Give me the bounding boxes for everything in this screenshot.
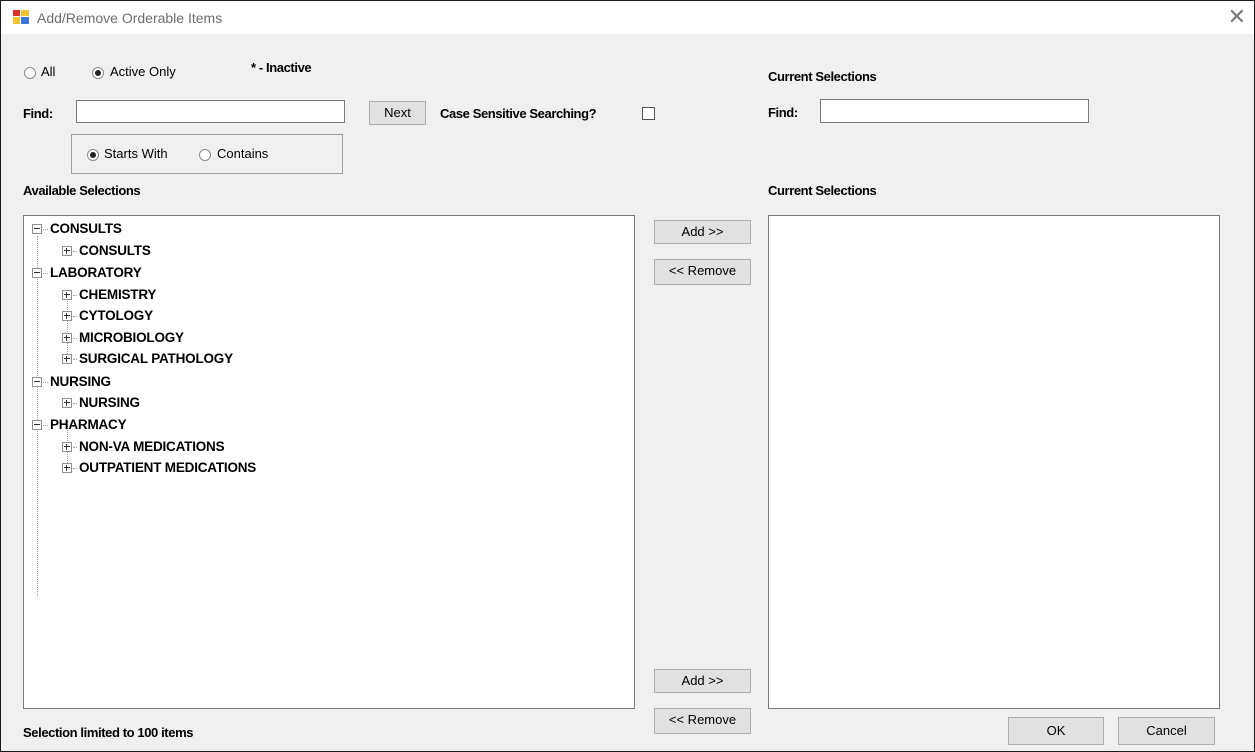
tree-node-chemistry[interactable]: CHEMISTRY [79,287,156,303]
contains-label: Contains [217,146,269,161]
dialog-window: Add/Remove Orderable Items ✕ All Active … [0,0,1255,752]
current-selections-list[interactable] [768,215,1220,709]
add-button-bottom[interactable]: Add >> [654,669,751,693]
remove-button-bottom[interactable]: << Remove [654,708,751,734]
tree-node-non-va-medications[interactable]: NON-VA MEDICATIONS [79,439,225,455]
tree-node-cytology[interactable]: CYTOLOGY [79,308,153,324]
tree-node-nursing-child[interactable]: NURSING [79,395,140,411]
tree-connector [43,273,48,274]
selection-limit-note: Selection limited to 100 items [23,725,194,740]
close-icon[interactable]: ✕ [1228,6,1246,28]
tree-node-surgical-pathology[interactable]: SURGICAL PATHOLOGY [79,351,233,367]
collapse-icon[interactable] [32,377,42,387]
add-button-top[interactable]: Add >> [654,220,751,244]
tree-connector [73,447,77,448]
app-icon [13,10,29,24]
cancel-button[interactable]: Cancel [1118,717,1215,745]
tree-connector [73,359,77,360]
tree-node-consults-child[interactable]: CONSULTS [79,243,151,259]
expand-icon[interactable] [62,354,72,364]
current-find-input[interactable] [820,99,1089,123]
expand-icon[interactable] [62,463,72,473]
all-radio[interactable] [24,67,36,79]
tree-connector [73,403,77,404]
tree-node-microbiology[interactable]: MICROBIOLOGY [79,330,184,346]
all-radio-label: All [41,64,56,79]
starts-with-radio[interactable] [87,149,99,161]
ok-button[interactable]: OK [1008,717,1104,745]
available-tree[interactable]: CONSULTS CONSULTS LABORATORY CHEMISTRY C… [23,215,635,709]
active-only-label: Active Only [110,64,176,79]
tree-node-consults[interactable]: CONSULTS [50,221,122,237]
available-selections-header: Available Selections [23,183,141,198]
tree-connector [43,229,48,230]
tree-node-nursing[interactable]: NURSING [50,374,111,390]
collapse-icon[interactable] [32,268,42,278]
tree-connector [73,251,77,252]
case-sensitive-checkbox[interactable] [642,107,655,120]
find-label: Find: [23,106,53,121]
tree-connector [73,338,77,339]
collapse-icon[interactable] [32,420,42,430]
case-sensitive-label: Case Sensitive Searching? [440,106,597,121]
find-input[interactable] [76,100,345,123]
remove-button-top[interactable]: << Remove [654,259,751,285]
expand-icon[interactable] [62,290,72,300]
tree-node-pharmacy[interactable]: PHARMACY [50,417,127,433]
title-bar: Add/Remove Orderable Items ✕ [1,1,1254,34]
current-selections-title: Current Selections [768,69,877,84]
tree-connector [43,425,48,426]
collapse-icon[interactable] [32,224,42,234]
next-button[interactable]: Next [369,101,426,125]
current-find-label: Find: [768,105,798,120]
tree-root-line [37,236,38,596]
active-only-radio[interactable] [92,67,104,79]
expand-icon[interactable] [62,333,72,343]
tree-connector [43,382,48,383]
tree-node-laboratory[interactable]: LABORATORY [50,265,142,281]
expand-icon[interactable] [62,442,72,452]
match-mode-group: Starts With Contains [71,134,343,174]
window-title: Add/Remove Orderable Items [37,10,223,26]
contains-radio[interactable] [199,149,211,161]
expand-icon[interactable] [62,246,72,256]
tree-connector [73,468,77,469]
current-selections-header: Current Selections [768,183,877,198]
tree-node-outpatient-medications[interactable]: OUTPATIENT MEDICATIONS [79,460,256,476]
starts-with-label: Starts With [104,146,168,161]
tree-lab-line [67,290,68,358]
expand-icon[interactable] [62,311,72,321]
inactive-legend: * - Inactive [251,60,312,75]
tree-connector [73,295,77,296]
expand-icon[interactable] [62,398,72,408]
tree-connector [73,316,77,317]
